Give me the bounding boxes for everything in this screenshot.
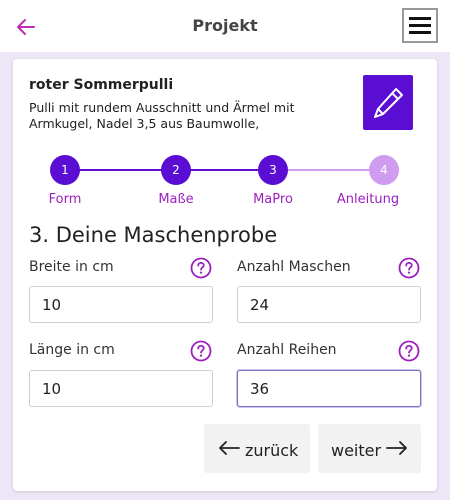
project-description: Pulli mit rundem Ausschnitt und Ärmel mi… [29,100,295,131]
help-icon[interactable] [190,340,212,362]
breite-input[interactable] [29,286,213,323]
reihen-label: Anzahl Reihen [237,342,337,358]
laenge-label: Länge in cm [29,342,115,358]
maschen-label: Anzahl Maschen [237,259,351,275]
step-circle-4[interactable]: 4 [369,155,399,185]
step-circle-1[interactable]: 1 [50,155,80,185]
arrow-left-icon [219,441,240,455]
arrow-right-icon [386,441,407,455]
next-step-button[interactable]: weiter [318,424,421,473]
page-title: Projekt [192,16,258,35]
back-step-button[interactable]: zurück [204,424,310,473]
project-card: roter Sommerpulli Pulli mit rundem Aussc… [13,59,437,491]
pencil-icon [374,88,403,118]
edit-project-button[interactable] [363,75,413,130]
reihen-input[interactable] [237,370,421,407]
project-title: roter Sommerpulli [29,77,174,93]
back-step-label: zurück [245,441,299,460]
menu-button[interactable] [402,8,438,43]
step-label-anleitung[interactable]: Anleitung [323,192,413,207]
step-label-mapro[interactable]: MaPro [228,192,318,207]
help-icon[interactable] [398,340,420,362]
maschen-input[interactable] [237,286,421,323]
laenge-input[interactable] [29,370,213,407]
help-icon[interactable] [398,257,420,279]
step-label-masse[interactable]: Maße [131,192,221,207]
breite-label: Breite in cm [29,259,114,275]
app-header: Projekt [0,0,450,52]
progress-stepper: 1 2 3 4 Form Maße MaPro Anleitung [13,151,437,211]
hamburger-menu-icon [409,17,431,20]
step-circle-2[interactable]: 2 [161,155,191,185]
step-circle-3[interactable]: 3 [258,155,288,185]
step-label-form[interactable]: Form [20,192,110,207]
help-icon[interactable] [190,257,212,279]
section-title: 3. Deine Maschenprobe [29,223,278,247]
next-step-label: weiter [331,441,382,460]
